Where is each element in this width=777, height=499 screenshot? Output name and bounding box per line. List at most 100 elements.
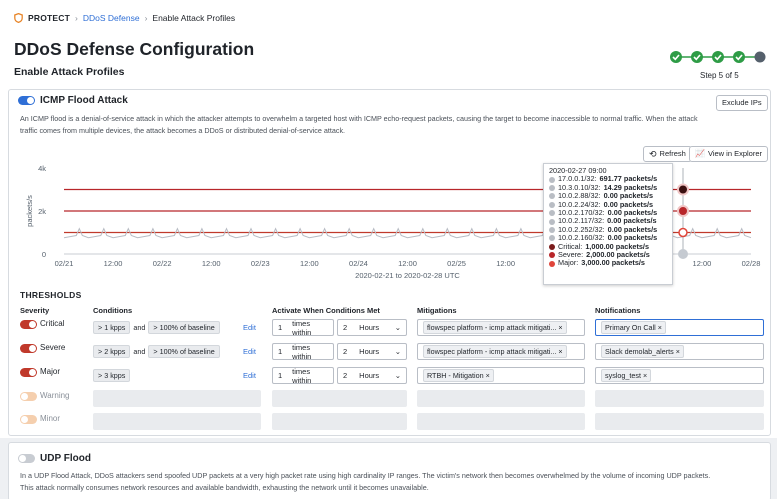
warning-mitigation-disabled — [417, 390, 585, 407]
mitigation-select-severe[interactable]: flowspec platform - icmp attack mitigati… — [417, 343, 585, 360]
x-tick-label: 12:00 — [104, 259, 123, 268]
notification-tag: syslog_test × — [601, 369, 652, 382]
legend-dot — [549, 227, 555, 234]
udp-description: In a UDP Flood Attack, DDoS attackers se… — [20, 471, 711, 492]
major-toggle[interactable] — [20, 368, 37, 377]
close-icon[interactable]: × — [643, 371, 647, 380]
header-activate: Activate When Conditions Met — [272, 306, 380, 315]
page-root: PROTECT › DDoS Defense › Enable Attack P… — [0, 0, 777, 499]
mitigation-tag: flowspec platform - icmp attack mitigati… — [423, 345, 567, 358]
legend-dot — [549, 176, 555, 183]
hover-point-severe — [677, 205, 689, 217]
y-tick-label: 4k — [38, 164, 46, 173]
tooltip-row: Major: 3,000.00 packets/s — [549, 259, 667, 267]
x-axis-label: 2020-02-21 to 2020-02-28 UTC — [355, 271, 460, 280]
check-circle-icon — [733, 51, 745, 63]
y-tick-label: 0 — [42, 250, 46, 259]
hover-point-traffic — [678, 249, 688, 259]
condition-pill: > 1 kpps — [93, 321, 131, 334]
header-conditions: Conditions — [93, 306, 133, 315]
x-tick-label: 02/25 — [447, 259, 466, 268]
close-icon[interactable]: × — [558, 347, 562, 356]
x-tick-label: 02/21 — [55, 259, 74, 268]
x-tick-label: 12:00 — [300, 259, 319, 268]
icmp-toggle[interactable] — [18, 96, 35, 105]
close-icon[interactable]: × — [486, 371, 490, 380]
minor-conditions-disabled — [93, 413, 261, 430]
duration-select-severe[interactable]: 2 Hours ⌄ — [337, 343, 407, 360]
severe-toggle[interactable] — [20, 344, 37, 353]
x-tick-label: 12:00 — [398, 259, 417, 268]
condition-pill: > 100% of baseline — [148, 321, 220, 334]
breadcrumb-link-ddos-defense[interactable]: DDoS Defense — [83, 13, 140, 23]
hover-point-critical — [677, 183, 689, 196]
severity-severe: Severe — [40, 343, 66, 352]
notification-select-major[interactable]: syslog_test × — [595, 367, 764, 384]
times-input-severe[interactable]: 1 times within — [272, 343, 334, 361]
close-icon[interactable]: × — [558, 323, 562, 332]
condition-pill: > 100% of baseline — [148, 345, 220, 358]
chevron-down-icon: ⌄ — [394, 371, 401, 380]
notification-tag: Slack demolab_alerts × — [601, 345, 684, 358]
warning-notification-disabled — [595, 390, 764, 407]
duration-select-major[interactable]: 2 Hours ⌄ — [337, 367, 407, 384]
mitigation-select-critical[interactable]: flowspec platform - icmp attack mitigati… — [417, 319, 585, 336]
close-icon[interactable]: × — [658, 323, 662, 332]
edit-link-severe[interactable]: Edit — [243, 347, 256, 356]
udp-toggle[interactable] — [18, 454, 35, 463]
severity-major: Major — [40, 367, 61, 376]
check-circle-icon — [670, 51, 682, 63]
notification-tag: Primary On Call × — [601, 321, 666, 334]
notification-select-severe[interactable]: Slack demolab_alerts × — [595, 343, 764, 360]
critical-toggle[interactable] — [20, 320, 37, 329]
minor-notification-disabled — [595, 413, 764, 430]
header-notifications: Notifications — [595, 306, 641, 315]
times-input-major[interactable]: 1 times within — [272, 367, 334, 385]
edit-link-major[interactable]: Edit — [243, 371, 256, 380]
condition-pill: > 3 kpps — [93, 369, 131, 382]
minor-toggle[interactable] — [20, 415, 37, 424]
mitigation-tag: flowspec platform - icmp attack mitigati… — [423, 321, 567, 334]
condition-pill: > 2 kpps — [93, 345, 131, 358]
hover-point-major — [678, 227, 688, 238]
close-icon[interactable]: × — [676, 347, 680, 356]
shield-icon — [14, 13, 23, 23]
minor-activate-disabled — [272, 413, 407, 430]
warning-activate-disabled — [272, 390, 407, 407]
notification-select-critical[interactable]: Primary On Call × — [595, 319, 764, 336]
warning-conditions-disabled — [93, 390, 261, 407]
x-tick-label: 02/24 — [349, 259, 368, 268]
icmp-title: ICMP Flood Attack — [40, 95, 128, 106]
y-axis-label: packets/s — [25, 195, 34, 227]
x-tick-label: 12:00 — [693, 259, 712, 268]
exclude-ips-button[interactable]: Exclude IPs — [716, 95, 768, 111]
chart-tooltip: 2020-02-27 09:00 17.0.0.1/32: 691.77 pack… — [543, 163, 673, 285]
edit-link-critical[interactable]: Edit — [243, 323, 256, 332]
legend-dot — [549, 185, 555, 192]
legend-dot — [549, 193, 555, 200]
chevron-down-icon: ⌄ — [394, 347, 401, 356]
step-progress — [670, 51, 766, 63]
times-input-critical[interactable]: 1 times within — [272, 319, 334, 337]
major-conditions: > 3 kpps — [93, 369, 131, 382]
mitigation-select-major[interactable]: RTBH - Mitigation × — [417, 367, 585, 384]
udp-title: UDP Flood — [40, 453, 91, 464]
legend-dot — [549, 210, 555, 217]
chevron-right-icon: › — [144, 13, 148, 23]
severity-critical: Critical — [40, 319, 65, 328]
duration-select-critical[interactable]: 2 Hours ⌄ — [337, 319, 407, 336]
chevron-right-icon: › — [75, 13, 78, 23]
header-mitigations: Mitigations — [417, 306, 457, 315]
x-tick-label: 12:00 — [496, 259, 515, 268]
page-subtitle: Enable Attack Profiles — [14, 66, 125, 78]
severity-warning: Warning — [40, 391, 70, 400]
thresholds-title: THRESHOLDS — [20, 290, 82, 300]
breadcrumb-app[interactable]: PROTECT — [28, 13, 70, 23]
y-tick-label: 2k — [38, 207, 46, 216]
minor-mitigation-disabled — [417, 413, 585, 430]
header-severity: Severity — [20, 306, 50, 315]
check-circle-icon — [712, 51, 724, 63]
icmp-description: An ICMP flood is a denial-of-service att… — [20, 114, 698, 135]
chevron-down-icon: ⌄ — [394, 323, 401, 332]
warning-toggle[interactable] — [20, 392, 37, 401]
